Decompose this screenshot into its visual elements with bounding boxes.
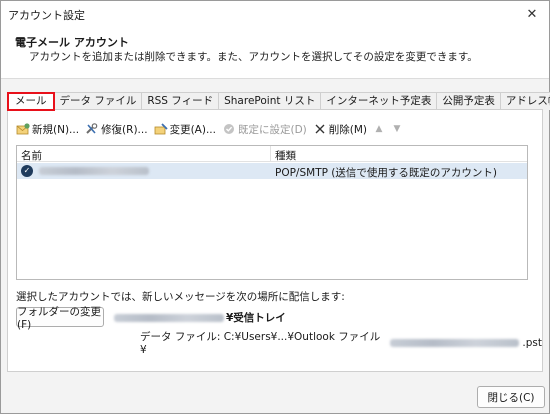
remove-x-icon: [313, 122, 327, 136]
change-account-button[interactable]: 変更(A)...: [154, 122, 216, 137]
data-file-path: データ ファイル: C:¥Users¥...¥Outlook ファイル¥ .ps…: [140, 329, 542, 356]
header-description: アカウントを追加または削除できます。また、アカウントを選択してその設定を変更でき…: [29, 51, 478, 63]
data-file-extension: .pst: [522, 336, 542, 349]
account-toolbar: 新規(N)... 修復(R)... 変更(A)... 既定に設定(D) 削除(M…: [16, 121, 403, 137]
remove-account-button[interactable]: 削除(M): [313, 122, 367, 137]
tab-strip: メール データ ファイル RSS フィード SharePoint リスト インタ…: [7, 92, 550, 111]
account-settings-window: アカウント設定 ✕ 電子メール アカウント アカウントを追加または削除できます。…: [0, 0, 550, 414]
set-default-button[interactable]: 既定に設定(D): [222, 122, 307, 137]
account-list: 名前 種類 ✓ POP/SMTP (送信で使用する既定のアカウント): [16, 145, 528, 280]
tab-internet-calendars[interactable]: インターネット予定表: [320, 92, 438, 110]
repair-tools-icon: [85, 122, 99, 136]
remove-account-label: 削除(M): [328, 123, 368, 136]
set-default-label: 既定に設定(D): [237, 123, 307, 136]
default-account-check-icon: ✓: [21, 165, 33, 177]
close-button[interactable]: 閉じる(C): [477, 386, 545, 408]
delivery-location-label: 選択したアカウントでは、新しいメッセージを次の場所に配信します:: [16, 291, 345, 303]
tab-mail[interactable]: メール: [7, 92, 55, 111]
tab-rss-feeds[interactable]: RSS フィード: [141, 92, 220, 110]
change-settings-icon: [154, 122, 168, 136]
change-account-label: 変更(A)...: [169, 123, 216, 136]
repair-account-label: 修復(R)...: [101, 123, 148, 136]
account-list-header: 名前 種類: [17, 146, 527, 162]
move-down-arrow-icon[interactable]: ▼: [391, 124, 403, 134]
data-file-prefix: データ ファイル: C:¥Users¥...¥Outlook ファイル¥: [140, 331, 381, 356]
close-icon[interactable]: ✕: [519, 4, 545, 24]
tab-sharepoint-lists[interactable]: SharePoint リスト: [218, 92, 322, 110]
inbox-folder-name: ¥受信トレイ: [226, 312, 286, 324]
mail-tab-panel: 新規(N)... 修復(R)... 変更(A)... 既定に設定(D) 削除(M…: [7, 109, 543, 372]
folder-account-redacted: [114, 313, 224, 322]
tab-address-books[interactable]: アドレス帳: [499, 92, 550, 110]
tab-published-calendars[interactable]: 公開予定表: [436, 92, 501, 110]
delivery-folder-path: ¥受信トレイ: [114, 310, 286, 325]
header-title: 電子メール アカウント: [15, 36, 129, 49]
new-mail-icon: [16, 122, 30, 136]
dialog-header: 電子メール アカウント アカウントを追加または削除できます。また、アカウントを選…: [1, 27, 549, 79]
move-up-arrow-icon[interactable]: ▲: [373, 124, 385, 134]
repair-account-button[interactable]: 修復(R)...: [85, 122, 148, 137]
tab-data-files[interactable]: データ ファイル: [53, 92, 143, 110]
account-name-redacted: [39, 167, 149, 175]
new-account-button[interactable]: 新規(N)...: [16, 122, 79, 137]
data-file-name-redacted: [389, 338, 520, 347]
account-type: POP/SMTP (送信で使用する既定のアカウント): [275, 167, 497, 179]
table-row[interactable]: ✓ POP/SMTP (送信で使用する既定のアカウント): [17, 163, 527, 179]
column-header-type[interactable]: 種類: [275, 148, 296, 163]
column-divider: [270, 146, 271, 162]
default-check-icon: [222, 122, 236, 136]
new-account-label: 新規(N)...: [32, 123, 80, 136]
change-folder-button[interactable]: フォルダーの変更(F): [16, 306, 104, 331]
window-title: アカウント設定: [8, 9, 85, 22]
column-header-name[interactable]: 名前: [21, 148, 42, 163]
title-bar: アカウント設定 ✕: [1, 1, 549, 27]
